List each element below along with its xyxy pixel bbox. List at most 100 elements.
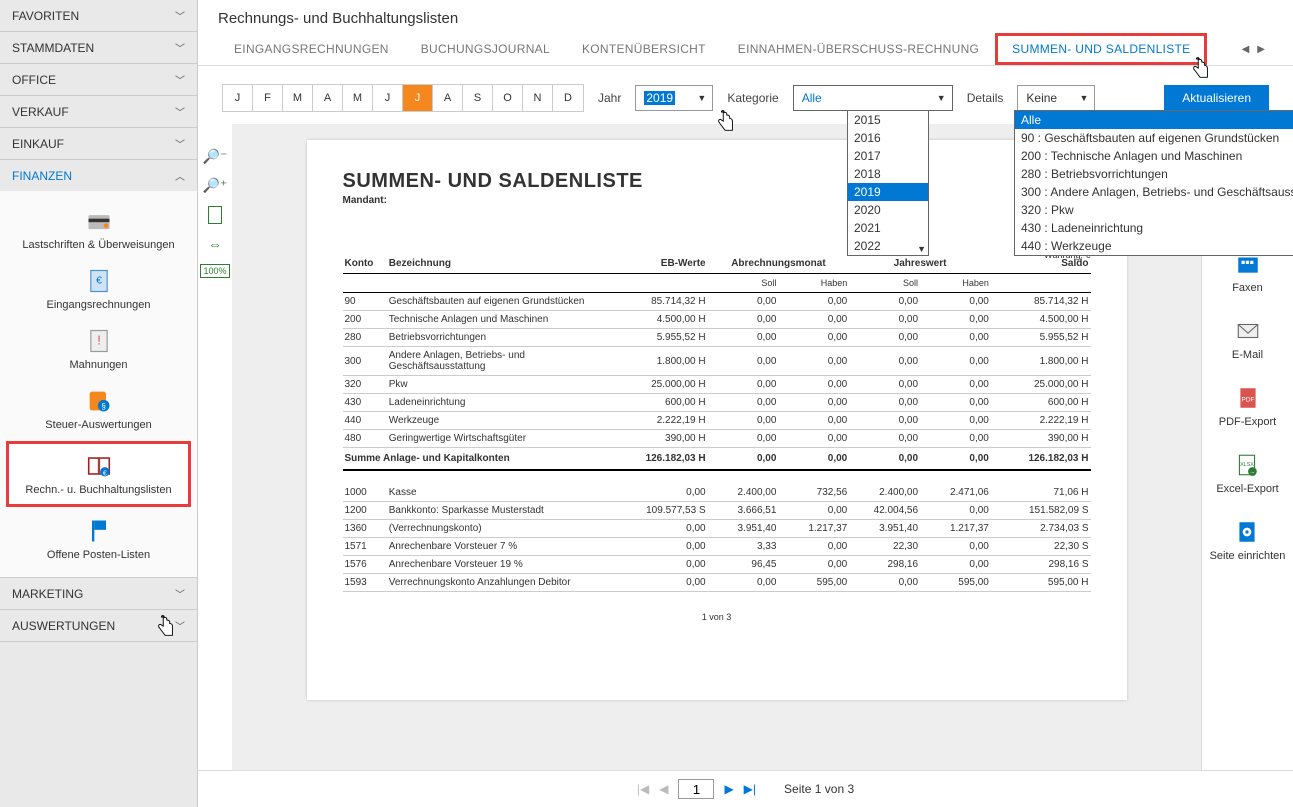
table-row: 1200Bankkonto: Sparkasse Musterstadt109.… [343,502,1091,520]
month-btn-5[interactable]: J [373,85,403,111]
year-label: Jahr [598,91,621,105]
year-option[interactable]: 2015 [848,111,928,129]
svg-text:PDF: PDF [1241,396,1254,403]
table-row: 280Betriebsvorrichtungen5.955,52 H0,000,… [343,329,1091,347]
year-select[interactable]: 2019 [635,85,713,111]
chevron-down-icon: ﹀ [175,618,185,633]
kategorie-option[interactable]: 280 : Betriebsvorrichtungen [1015,165,1293,183]
flag-icon [85,517,113,545]
kategorie-option[interactable]: 320 : Pkw [1015,201,1293,219]
action-pdf[interactable]: PDFPDF-Export [1219,383,1276,428]
sidebar-section-verkauf[interactable]: VERKAUF﹀ [0,96,197,127]
sidebar-item-mahnungen[interactable]: ! Mahnungen [0,319,197,379]
zoom-in-icon[interactable]: 🔎⁺ [203,177,228,194]
sidebar-item-label: Steuer-Auswertungen [45,419,151,431]
year-option[interactable]: 2017 [848,147,928,165]
year-option[interactable]: 2022 [848,237,928,255]
table-row: 1593Verrechnungskonto Anzahlungen Debito… [343,574,1091,592]
kategorie-option[interactable]: 440 : Werkzeuge [1015,237,1293,255]
kategorie-option[interactable]: 90 : Geschäftsbauten auf eigenen Grundst… [1015,129,1293,147]
year-option[interactable]: 2018 [848,165,928,183]
action-seite-einrichten[interactable]: Seite einrichten [1210,517,1286,562]
svg-text:€: € [102,470,106,477]
kategorie-option[interactable]: 430 : Ladeneinrichtung [1015,219,1293,237]
report-title: SUMMEN- UND SALDENLISTE [343,170,1091,193]
month-btn-10[interactable]: N [523,85,553,111]
sidebar-item-lastschriften[interactable]: Lastschriften & Überweisungen [0,199,197,259]
pager-first[interactable]: |◀ [637,782,649,796]
sidebar-section-einkauf[interactable]: EINKAUF﹀ [0,128,197,159]
refresh-button[interactable]: Aktualisieren [1164,85,1269,111]
year-option[interactable]: 2019 [848,183,928,201]
report-page: SUMMEN- UND SALDENLISTE Mandant: Währung… [307,140,1127,700]
zoom-100-icon[interactable]: 100% [200,264,229,278]
sidebar-section-auswertungen[interactable]: AUSWERTUNGEN﹀ [0,610,197,641]
pdf-icon: PDF [1231,383,1265,413]
sidebar-section-stammdaten[interactable]: STAMMDATEN﹀ [0,32,197,63]
year-option[interactable]: 2016 [848,129,928,147]
sidebar-item-eingangsrechnungen[interactable]: € Eingangsrechnungen [0,259,197,319]
details-select[interactable]: Keine [1017,85,1095,111]
kategorie-option[interactable]: Alle [1015,111,1293,129]
pager-next[interactable]: ▶ [724,782,733,796]
month-btn-0[interactable]: J [223,85,253,111]
month-btn-8[interactable]: S [463,85,493,111]
month-btn-1[interactable]: F [253,85,283,111]
tab-nav-next[interactable]: ▶ [1257,44,1265,55]
kategorie-option[interactable]: 300 : Andere Anlagen, Betriebs- und Gesc… [1015,183,1293,201]
table-row: 200Technische Anlagen und Maschinen4.500… [343,311,1091,329]
pager-page-input[interactable] [678,779,714,799]
card-icon [85,207,113,235]
sidebar-item-steuer[interactable]: § Steuer-Auswertungen [0,379,197,439]
month-btn-11[interactable]: D [553,85,583,111]
table-row: 440Werkzeuge2.222,19 H0,000,000,000,002.… [343,412,1091,430]
details-label: Details [967,91,1004,105]
kategorie-option[interactable]: 200 : Technische Anlagen und Maschinen [1015,147,1293,165]
month-btn-6[interactable]: J [403,85,433,111]
table-row: 1576Anrechenbare Vorsteuer 19 %0,0096,45… [343,556,1091,574]
col-abr: Abrechnungsmonat [708,254,850,274]
col-jahr: Jahreswert [849,254,991,274]
zoom-tools: 🔎⁻ 🔎⁺ ⇔ 100% [198,124,232,770]
pager-prev[interactable]: ◀ [659,782,668,796]
sidebar-section-office[interactable]: OFFICE﹀ [0,64,197,95]
pager-last[interactable]: ▶| [744,782,756,796]
month-btn-4[interactable]: M [343,85,373,111]
kategorie-dropdown[interactable]: Alle90 : Geschäftsbauten auf eigenen Gru… [1014,110,1293,256]
tab-euer[interactable]: EINNAHMEN-ÜBERSCHUSS-RECHNUNG [722,34,995,64]
tab-nav-prev[interactable]: ◀ [1242,44,1250,55]
col-bez: Bezeichnung [387,254,608,274]
month-btn-3[interactable]: A [313,85,343,111]
action-label: Excel-Export [1216,483,1278,495]
action-excel[interactable]: XLSX→Excel-Export [1216,450,1278,495]
fit-page-icon[interactable] [208,206,222,224]
tab-summen-salden[interactable]: SUMMEN- UND SALDENLISTE [995,33,1207,65]
month-btn-9[interactable]: O [493,85,523,111]
report-page-number: 1 von 3 [343,612,1091,622]
year-dropdown[interactable]: 20152016201720182019202020212022▼ [847,110,929,256]
year-option[interactable]: 2021 [848,219,928,237]
tab-kontenuebersicht[interactable]: KONTENÜBERSICHT [566,34,722,64]
kategorie-select[interactable]: Alle [793,85,953,111]
sidebar-item-rechnbuchhaltung[interactable]: € Rechn.- u. Buchhaltungslisten [6,441,191,507]
action-label: Faxen [1232,282,1263,294]
zoom-out-icon[interactable]: 🔎⁻ [203,148,228,165]
sidebar-section-favoriten[interactable]: FAVORITEN﹀ [0,0,197,31]
tab-eingangsrechnungen[interactable]: EINGANGSRECHNUNGEN [218,34,405,64]
page-setup-icon [1230,517,1264,547]
year-option[interactable]: 2020 [848,201,928,219]
sidebar-section-marketing[interactable]: MARKETING﹀ [0,578,197,609]
tab-buchungsjournal[interactable]: BUCHUNGSJOURNAL [405,34,566,64]
table-row: 430Ladeneinrichtung600,00 H0,000,000,000… [343,394,1091,412]
action-label: Seite einrichten [1210,550,1286,562]
action-email[interactable]: E-Mail [1231,316,1265,361]
sidebar-item-label: Mahnungen [69,359,127,371]
sidebar-section-finanzen[interactable]: FINANZEN︿ [0,160,197,191]
mail-icon [1231,316,1265,346]
month-btn-7[interactable]: A [433,85,463,111]
fit-width-icon[interactable]: ⇔ [208,236,222,252]
pager-label: Seite 1 von 3 [784,782,854,796]
month-btn-2[interactable]: M [283,85,313,111]
sidebar-item-offene-posten[interactable]: Offene Posten-Listen [0,509,197,569]
tabs: EINGANGSRECHNUNGEN BUCHUNGSJOURNAL KONTE… [198,33,1293,66]
